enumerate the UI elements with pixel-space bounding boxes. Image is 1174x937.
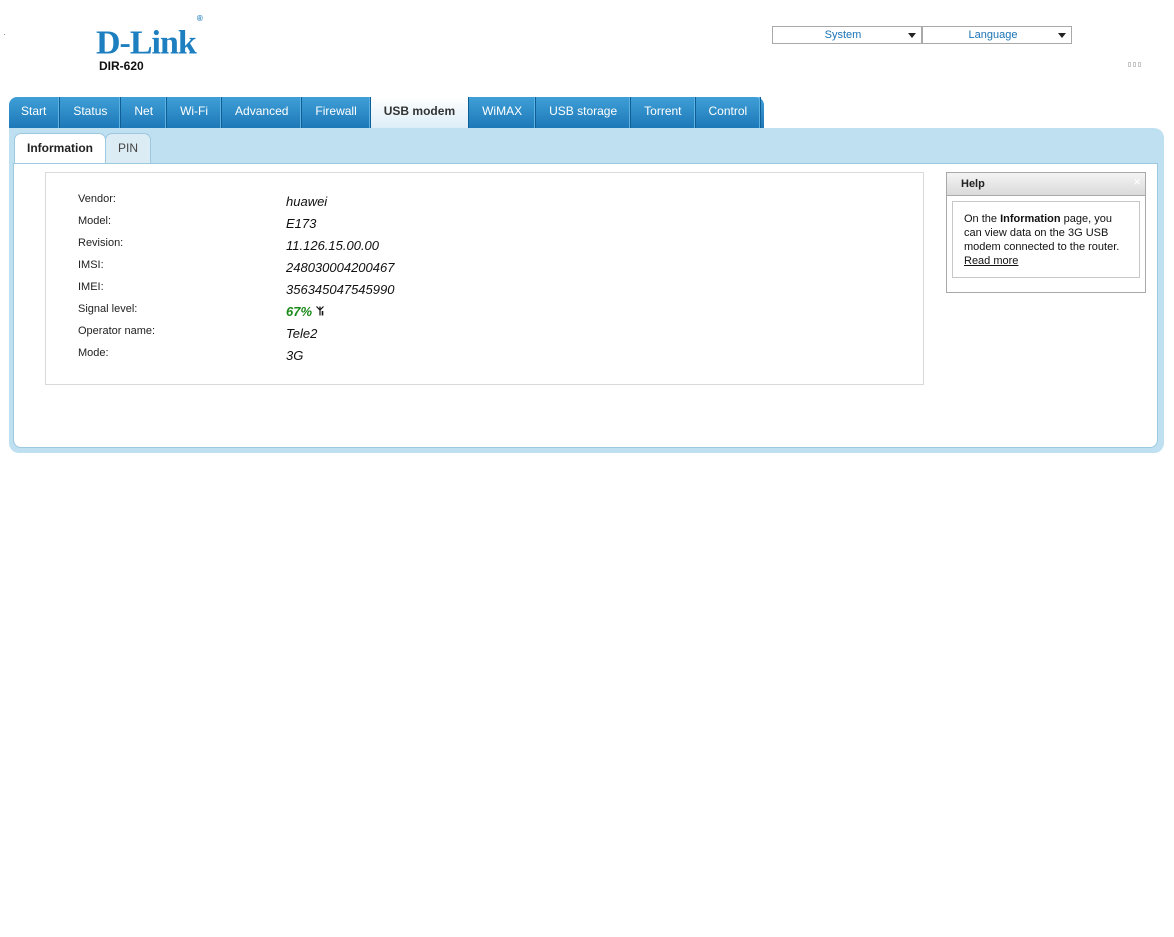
help-box: Help × On the Information page, you can …	[946, 172, 1146, 293]
tab-system[interactable]: System	[761, 97, 827, 128]
info-value: 356345047545990	[286, 282, 395, 297]
tab-start[interactable]: Start	[9, 97, 61, 128]
antenna-icon	[316, 306, 324, 316]
tab-status[interactable]: Status	[60, 97, 122, 128]
info-value: Tele2	[286, 326, 318, 341]
tab-usb-storage[interactable]: USB storage	[536, 97, 632, 128]
help-header: Help ×	[947, 173, 1145, 196]
chevron-down-icon	[908, 33, 916, 38]
activity-indicator-icon	[1128, 62, 1144, 68]
info-label: Operator name:	[78, 325, 156, 337]
info-value: 3G	[286, 348, 304, 363]
info-value: 248030004200467	[286, 260, 395, 275]
subtab-bar: Information PIN	[14, 133, 152, 163]
language-select[interactable]: Language	[922, 26, 1072, 44]
subtab-information[interactable]: Information	[14, 133, 106, 163]
main-nav: Start Status Net Wi-Fi Advanced Firewall…	[9, 97, 814, 128]
info-value: 11.126.15.00.00	[286, 238, 380, 253]
modem-info-box: Vendor: huawei Model: E173 Revision: 11.…	[45, 172, 924, 385]
language-select-label: Language	[968, 29, 1018, 41]
system-select-label: System	[824, 29, 862, 41]
info-label: Model:	[78, 215, 112, 227]
help-text: On the Information page, you can view da…	[952, 201, 1140, 278]
tab-torrent[interactable]: Torrent	[631, 97, 696, 128]
device-model: DIR-620	[99, 59, 144, 73]
corner-dot	[4, 34, 5, 35]
info-label: IMEI:	[78, 281, 104, 293]
tab-wimax[interactable]: WiMAX	[469, 97, 537, 128]
info-value: E173	[286, 216, 317, 231]
close-icon[interactable]: ×	[1133, 173, 1141, 191]
info-label: Revision:	[78, 237, 124, 249]
subtab-pin[interactable]: PIN	[105, 133, 152, 163]
help-title: Help	[961, 178, 985, 190]
info-label: Vendor:	[78, 193, 116, 205]
signal-value: 67%	[286, 304, 324, 319]
tab-net[interactable]: Net	[121, 97, 168, 128]
dlink-logo[interactable]: D-Link®	[96, 14, 203, 60]
tab-control[interactable]: Control	[696, 97, 762, 128]
system-select[interactable]: System	[772, 26, 922, 44]
info-label: IMSI:	[78, 259, 104, 271]
tab-advanced[interactable]: Advanced	[222, 97, 303, 128]
tab-usb-modem[interactable]: USB modem	[370, 97, 470, 128]
info-label: Mode:	[78, 347, 109, 359]
tab-wifi[interactable]: Wi-Fi	[167, 97, 223, 128]
tab-firewall[interactable]: Firewall	[302, 97, 371, 128]
info-value: huawei	[286, 194, 328, 209]
chevron-down-icon	[1058, 33, 1066, 38]
info-label: Signal level:	[78, 303, 138, 315]
read-more-link[interactable]: Read more	[964, 255, 1018, 267]
